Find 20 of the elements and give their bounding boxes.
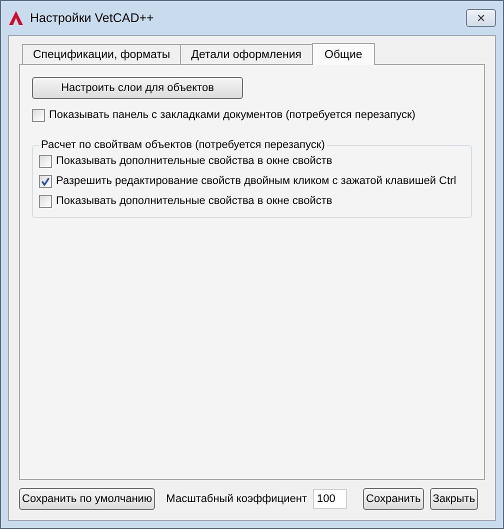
group-title: Расчет по свойтвам объектов (потребуется перезапуск) (40, 139, 326, 151)
checkbox[interactable] (39, 194, 52, 208)
close-button[interactable]: ✕ (466, 9, 496, 27)
tab[interactable]: Спецификации, форматы (22, 44, 182, 64)
scale-label: Масштабный коэффициент (166, 493, 308, 505)
checkbox[interactable] (39, 154, 52, 168)
layers-button[interactable]: Настроить слои для объектов (32, 77, 243, 99)
checkbox-label: Показывать дополнительные свойства в окне свойств (56, 195, 332, 207)
app-logo-icon (8, 10, 24, 26)
save-default-button[interactable]: Сохранить по умолчанию (19, 488, 156, 510)
scale-field[interactable]: 100 (313, 489, 348, 509)
checkbox-label: Показывать панель с закладками документов (потребуется перезапуск) (49, 109, 416, 121)
checkbox-label: Разрешить редактирование свойств двойным кликом с зажатой клавишей Ctrl (56, 175, 456, 187)
tab[interactable]: Общие (312, 43, 376, 65)
checkbox-label: Показывать дополнительные свойства в окне свойств (56, 155, 332, 167)
close-dialog-button[interactable]: Закрыть (430, 488, 478, 510)
window-title: Настройки VetCAD++ (30, 11, 155, 25)
checkbox[interactable] (39, 174, 52, 188)
checkbox[interactable] (32, 108, 45, 122)
save-button[interactable]: Сохранить (363, 488, 424, 510)
